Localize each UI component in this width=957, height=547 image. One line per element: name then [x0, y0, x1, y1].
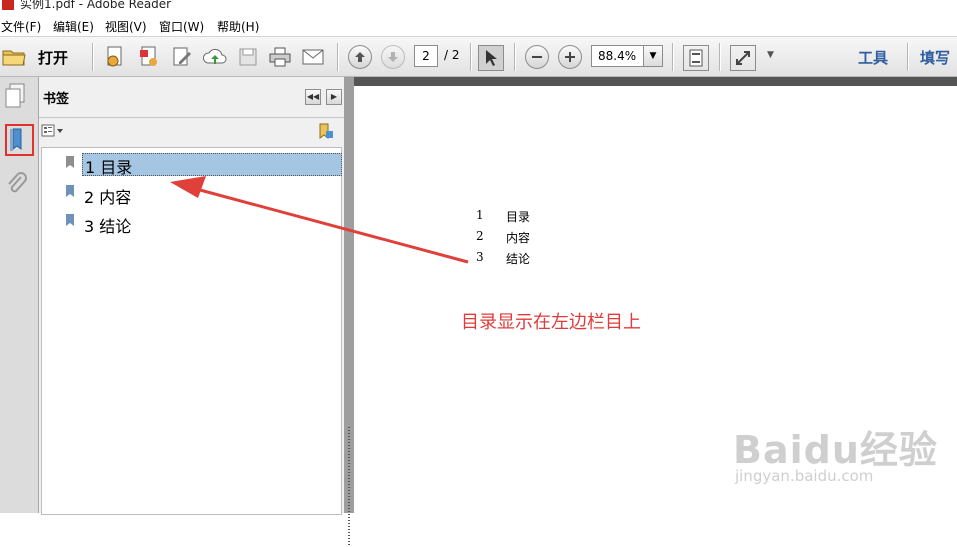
fill-sign-pane-button[interactable]: 填写: [920, 47, 950, 68]
menu-bar: 文件(F) 编辑(E) 视图(V) 窗口(W) 帮助(H): [0, 14, 957, 37]
toolbar-separator: [514, 43, 516, 71]
fit-page-icon: [689, 49, 703, 67]
toolbar-separator: [337, 43, 339, 71]
bookmarks-panel: 书签 ◀◀ ▶ 1 目录 2 内容 3 结论: [39, 77, 344, 515]
print-icon[interactable]: [268, 45, 292, 69]
expand-panel-icon[interactable]: ▶: [326, 89, 342, 105]
pane-splitter[interactable]: [344, 77, 354, 547]
zoom-in-button[interactable]: [558, 45, 582, 69]
document-top-edge: [354, 77, 957, 86]
fit-page-button[interactable]: [683, 45, 709, 71]
menu-view[interactable]: 视图(V): [105, 18, 147, 35]
menu-help[interactable]: 帮助(H): [217, 18, 259, 35]
bookmark-label: 2 内容: [84, 188, 132, 207]
page-total-label: / 2: [444, 48, 460, 62]
navigation-pane-strip: [0, 77, 39, 513]
annotation-text: 目录显示在左边栏目上: [461, 312, 641, 333]
pdf-app-icon: [2, 0, 14, 10]
open-folder-icon[interactable]: [2, 45, 26, 69]
main-toolbar: 打开 2 / 2 88.4% ▼ ▼ 工具 填写: [0, 37, 957, 77]
watermark-url: jingyan.baidu.com: [735, 467, 874, 485]
page-thumbnails-icon[interactable]: [4, 83, 26, 112]
zoom-out-button[interactable]: [525, 45, 549, 69]
zoom-level-select[interactable]: 88.4% ▼: [591, 45, 663, 67]
zoom-value: 88.4%: [598, 49, 637, 63]
menu-edit[interactable]: 编辑(E): [53, 18, 94, 35]
toolbar-separator: [719, 43, 721, 71]
toolbar-separator: [672, 43, 674, 71]
edit-pdf-icon[interactable]: [170, 45, 194, 69]
bookmarks-panel-header: 书签 ◀◀ ▶: [39, 77, 344, 118]
toc-number: 2: [476, 229, 484, 243]
bookmark-options-icon[interactable]: [41, 124, 65, 141]
bookmark-label: 3 结论: [84, 217, 132, 236]
watermark-logo-text: Baidu经验: [733, 428, 938, 472]
expand-icon: [736, 51, 750, 65]
toc-number: 1: [476, 208, 484, 222]
bookmarks-tree: 1 目录 2 内容 3 结论: [41, 147, 342, 515]
chevron-down-icon[interactable]: ▼: [643, 46, 662, 66]
select-tool-button[interactable]: [478, 45, 504, 71]
page-number-input[interactable]: 2: [414, 45, 438, 67]
previous-page-button[interactable]: [348, 45, 372, 69]
bookmarks-tab-icon[interactable]: [8, 127, 24, 156]
bookmark-ribbon-icon: [66, 156, 74, 168]
new-bookmark-icon[interactable]: [316, 122, 334, 143]
bookmark-ribbon-icon: [66, 185, 74, 197]
bookmark-label: 1 目录: [82, 153, 342, 177]
attachments-paperclip-icon[interactable]: [5, 171, 27, 200]
tools-pane-button[interactable]: 工具: [858, 47, 888, 68]
bookmark-item-3[interactable]: 3 结论: [62, 210, 340, 236]
create-pdf-icon[interactable]: [103, 45, 127, 69]
bookmarks-toolbar: [39, 118, 344, 146]
collapse-panel-icon[interactable]: ◀◀: [305, 89, 321, 105]
save-icon[interactable]: [236, 45, 260, 69]
full-screen-button[interactable]: [730, 45, 756, 71]
toolbar-separator: [470, 43, 472, 71]
arrow-up-icon: [348, 45, 372, 69]
export-pdf-icon[interactable]: [137, 45, 161, 69]
toolbar-more-chevron-icon[interactable]: ▼: [767, 50, 774, 60]
splitter-grip[interactable]: [348, 427, 350, 547]
plus-icon: [558, 45, 582, 69]
bookmark-item-1[interactable]: 1 目录: [62, 152, 342, 177]
open-button-label[interactable]: 打开: [38, 47, 68, 68]
cloud-upload-icon[interactable]: [203, 45, 227, 69]
toc-entry: 内容: [506, 231, 531, 245]
window-title-bar: 实例1.pdf - Adobe Reader: [0, 0, 957, 14]
next-page-button[interactable]: [381, 45, 405, 69]
cursor-icon: [486, 50, 497, 66]
toc-number: 3: [476, 250, 484, 264]
email-icon[interactable]: [301, 45, 325, 69]
minus-icon: [525, 45, 549, 69]
toolbar-separator: [92, 43, 94, 71]
window-title: 实例1.pdf - Adobe Reader: [20, 0, 172, 11]
toc-entry: 结论: [506, 252, 531, 266]
baidu-watermark: Baidu经验 jingyan.baidu.com: [733, 409, 953, 499]
bookmark-ribbon-icon: [66, 214, 74, 226]
menu-file[interactable]: 文件(F): [1, 18, 41, 35]
bookmark-item-2[interactable]: 2 内容: [62, 181, 340, 207]
menu-window[interactable]: 窗口(W): [159, 18, 204, 35]
toolbar-separator: [907, 43, 909, 71]
arrow-down-icon: [381, 45, 405, 69]
toc-entry: 目录: [506, 210, 531, 224]
panel-title: 书签: [43, 92, 70, 107]
